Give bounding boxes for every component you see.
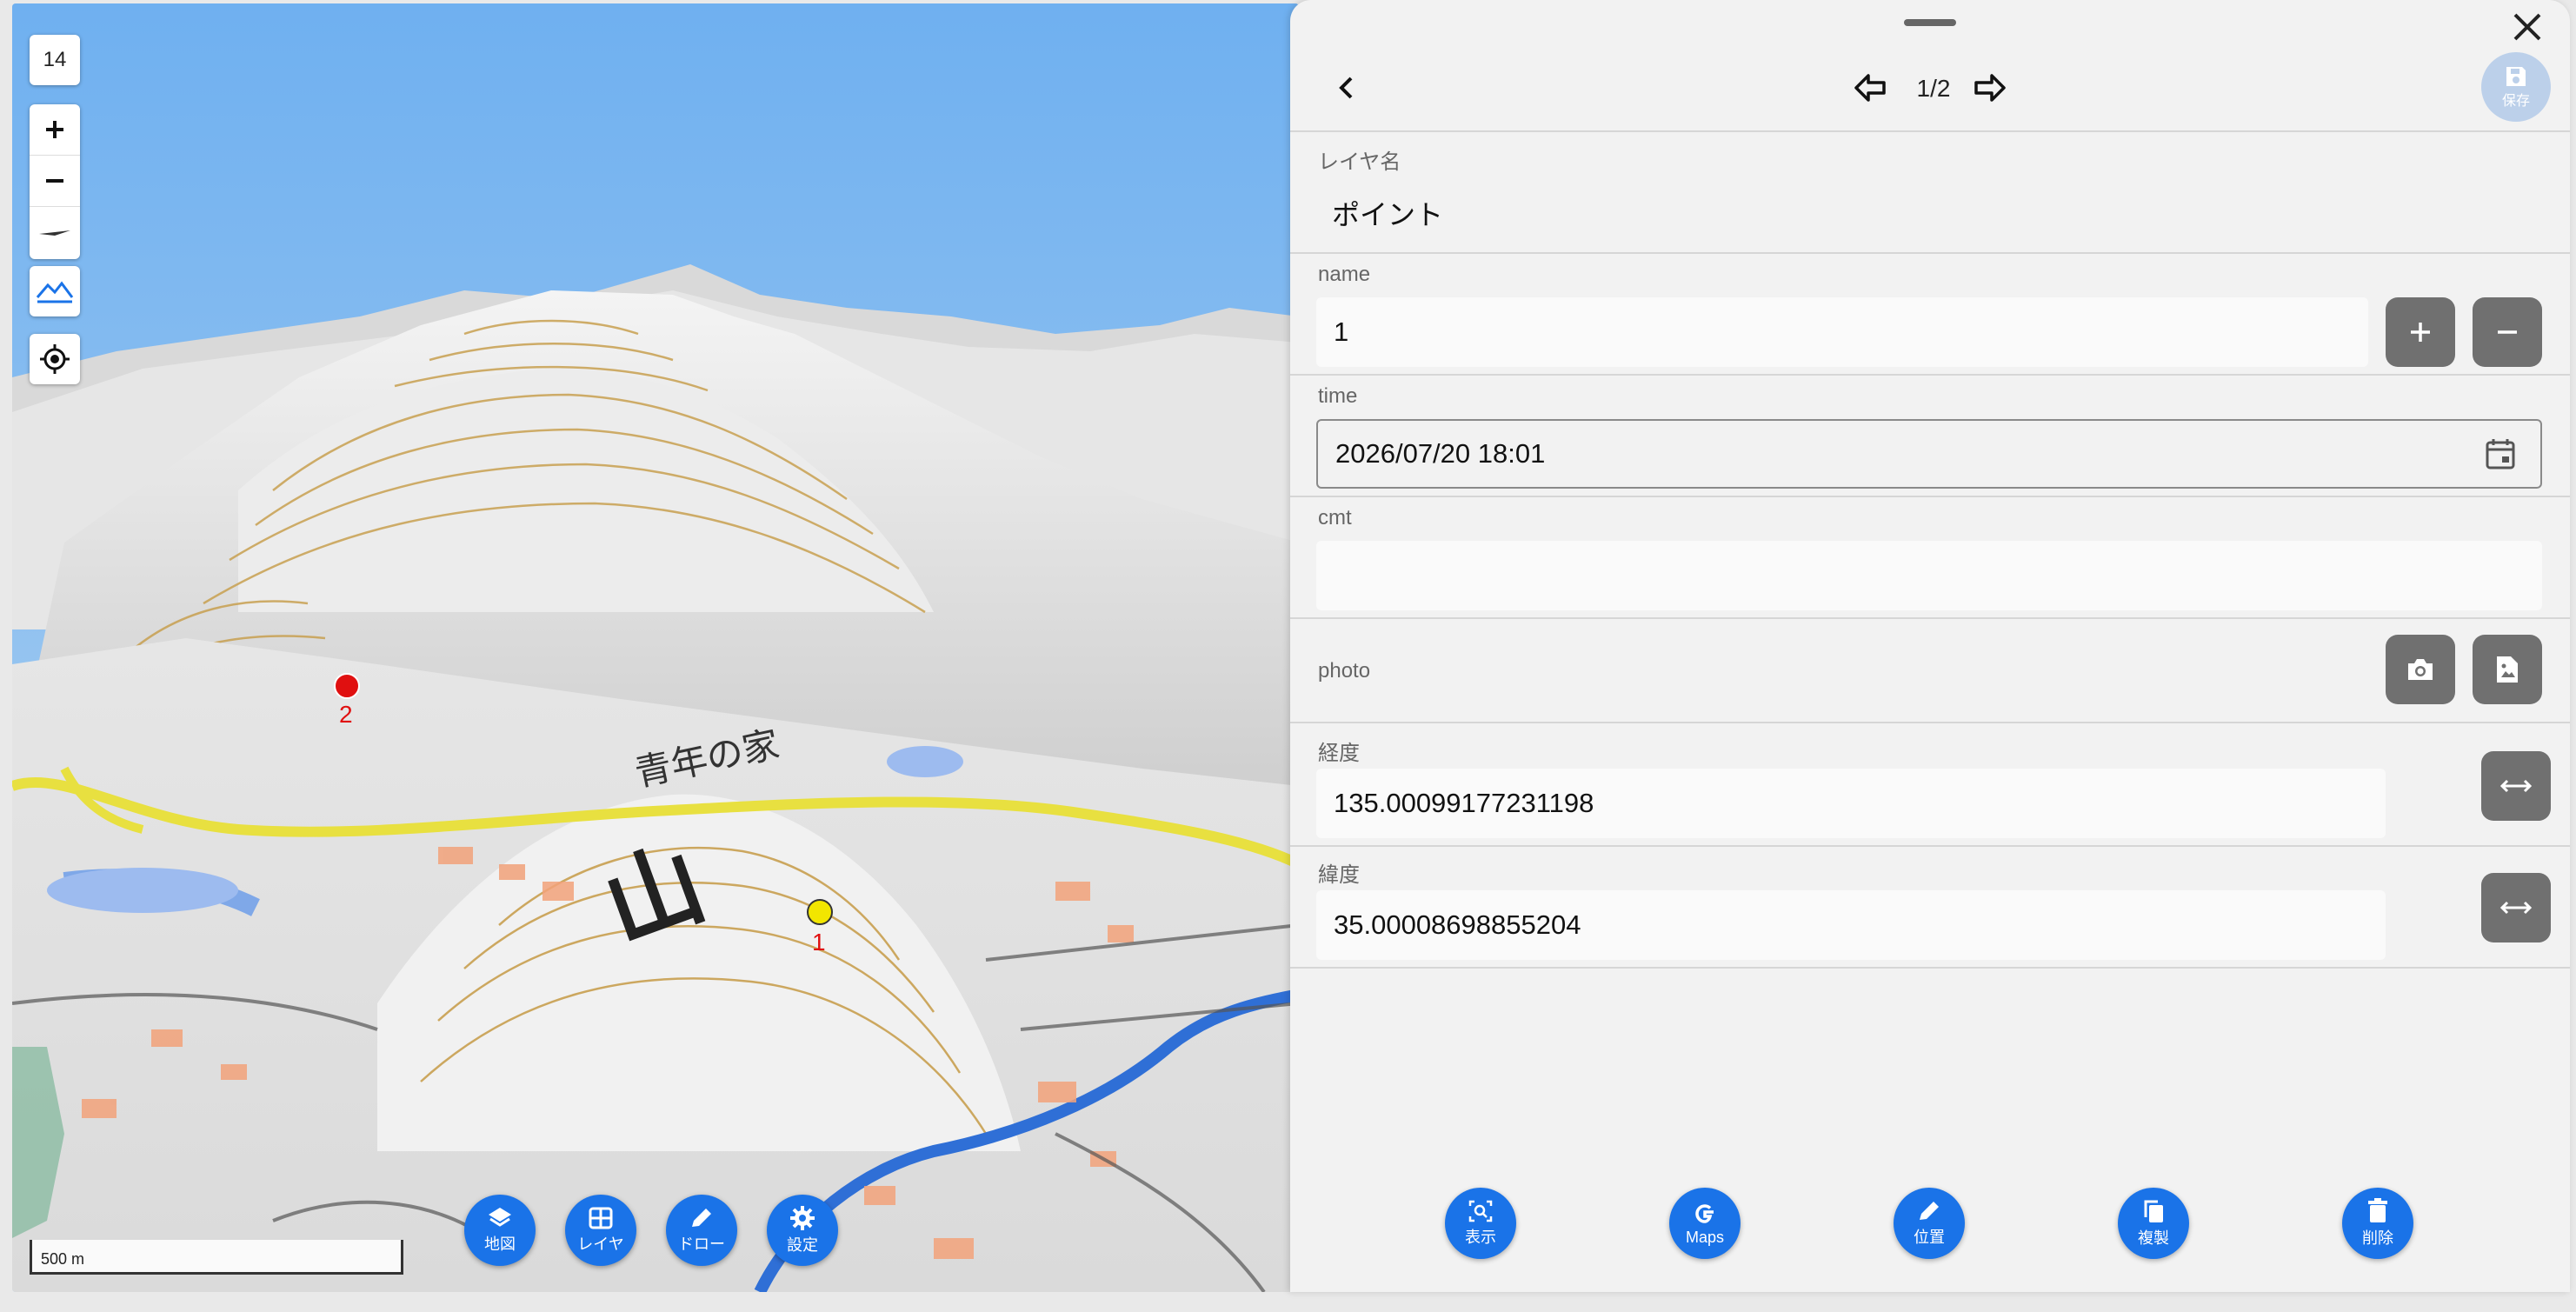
zoom-in-button[interactable] — [30, 104, 80, 156]
mountain-icon — [36, 281, 74, 303]
terrain-3d-render: 青年の家 山 — [12, 3, 1299, 1292]
layer-button[interactable]: レイヤ — [565, 1195, 636, 1266]
google-maps-button[interactable]: Maps — [1669, 1188, 1741, 1259]
map-marker-2[interactable] — [334, 673, 360, 699]
previous-feature-button[interactable] — [1848, 66, 1892, 110]
save-icon — [2506, 67, 2526, 86]
minus-icon — [2498, 330, 2517, 334]
calendar-button[interactable] — [2481, 435, 2519, 473]
divider — [1290, 967, 2570, 969]
camera-icon — [2408, 659, 2433, 680]
terrain-toggle-button[interactable] — [30, 266, 80, 316]
comment-input[interactable] — [1316, 541, 2542, 610]
longitude-label: 経度 — [1318, 742, 1360, 765]
divider — [1290, 374, 2570, 376]
zoom-level-indicator: 14 — [30, 35, 80, 85]
map-marker-1-label: 1 — [812, 929, 826, 956]
google-icon — [1695, 1203, 1714, 1223]
divider — [1290, 845, 2570, 847]
edit-position-label: 位置 — [1914, 1229, 1945, 1246]
layers-icon — [489, 1208, 511, 1227]
map-marker-2-label: 2 — [339, 701, 353, 728]
page-indicator: 1/2 — [1916, 75, 1951, 102]
divider — [1290, 252, 2570, 254]
layer-name-label: レイヤ名 — [1318, 150, 1401, 174]
latitude-input[interactable]: 35.00008698855204 — [1316, 890, 2386, 960]
scale-label: 500 m — [41, 1250, 85, 1268]
arrow-right-outline-icon — [1974, 74, 2006, 102]
pencil-icon — [692, 1209, 711, 1227]
next-feature-button[interactable] — [1968, 66, 2012, 110]
compass-icon — [39, 230, 70, 236]
trash-icon — [2368, 1198, 2387, 1222]
basemap-button[interactable]: 地図 — [464, 1195, 536, 1266]
time-input[interactable]: 2026/07/20 18:01 — [1316, 419, 2542, 489]
duplicate-label: 複製 — [2138, 1229, 2169, 1247]
swap-horizontal-icon — [2499, 779, 2533, 793]
attach-image-button[interactable] — [2473, 635, 2542, 704]
back-button[interactable] — [1325, 66, 1368, 110]
grid-icon — [589, 1207, 613, 1229]
gear-icon — [790, 1206, 815, 1230]
plus-icon — [2411, 323, 2430, 342]
photo-label: photo — [1318, 659, 1371, 683]
compass-button[interactable] — [30, 207, 80, 257]
settings-button[interactable]: 設定 — [767, 1195, 838, 1266]
plus-icon — [46, 121, 63, 138]
zoom-to-icon — [1468, 1200, 1493, 1222]
zoom-controls — [30, 104, 80, 259]
longitude-swap-button[interactable] — [2481, 751, 2551, 821]
longitude-input[interactable]: 135.00099177231198 — [1316, 769, 2386, 838]
swap-horizontal-icon — [2499, 901, 2533, 915]
scale-bar: 500 m — [30, 1240, 403, 1275]
close-icon — [2513, 13, 2541, 41]
save-label: 保存 — [2501, 94, 2530, 109]
divider — [1290, 496, 2570, 497]
draw-label: ドロー — [678, 1235, 725, 1253]
drag-handle[interactable] — [1904, 19, 1956, 26]
divider — [1290, 130, 2570, 132]
draw-button[interactable]: ドロー — [666, 1195, 737, 1266]
time-label: time — [1318, 384, 1358, 408]
arrow-left-outline-icon — [1854, 74, 1886, 102]
copy-icon — [2144, 1200, 2163, 1222]
delete-label: 削除 — [2362, 1229, 2393, 1247]
increment-button[interactable] — [2386, 297, 2455, 367]
latitude-label: 緯度 — [1318, 863, 1360, 887]
decrement-button[interactable] — [2473, 297, 2542, 367]
image-file-icon — [2497, 656, 2518, 683]
layer-name-value: ポイント — [1332, 199, 1444, 230]
name-label: name — [1318, 263, 1371, 286]
locate-me-button[interactable] — [30, 334, 80, 384]
basemap-label: 地図 — [484, 1235, 516, 1253]
duplicate-button[interactable]: 複製 — [2118, 1188, 2189, 1259]
layer-label: レイヤ — [577, 1235, 624, 1253]
name-input[interactable]: 1 — [1316, 297, 2368, 367]
close-button[interactable] — [2506, 5, 2549, 49]
map-marker-1[interactable] — [807, 899, 833, 925]
show-on-map-button[interactable]: 表示 — [1445, 1188, 1516, 1259]
divider — [1290, 722, 2570, 723]
google-maps-label: Maps — [1685, 1228, 1724, 1246]
map-view[interactable]: 青年の家 山 2 1 14 500 m 地図 レイヤ ドロー 設定 — [12, 3, 1299, 1292]
zoom-out-button[interactable] — [30, 156, 80, 207]
chevron-left-icon — [1339, 77, 1353, 99]
comment-label: cmt — [1318, 506, 1352, 529]
calendar-icon — [2486, 439, 2515, 470]
save-button[interactable]: 保存 — [2481, 52, 2551, 122]
delete-button[interactable]: 削除 — [2342, 1188, 2413, 1259]
edit-position-button[interactable]: 位置 — [1894, 1188, 1965, 1259]
crosshair-icon — [40, 344, 70, 374]
settings-label: 設定 — [787, 1236, 818, 1254]
take-photo-button[interactable] — [2386, 635, 2455, 704]
minus-icon — [46, 179, 63, 183]
feature-edit-panel: 1/2 保存 レイヤ名 ポイント name 1 time 2026/07/20 … — [1290, 0, 2570, 1292]
divider — [1290, 617, 2570, 619]
latitude-swap-button[interactable] — [2481, 873, 2551, 942]
pencil-icon — [1920, 1202, 1939, 1220]
show-on-map-label: 表示 — [1465, 1229, 1496, 1246]
